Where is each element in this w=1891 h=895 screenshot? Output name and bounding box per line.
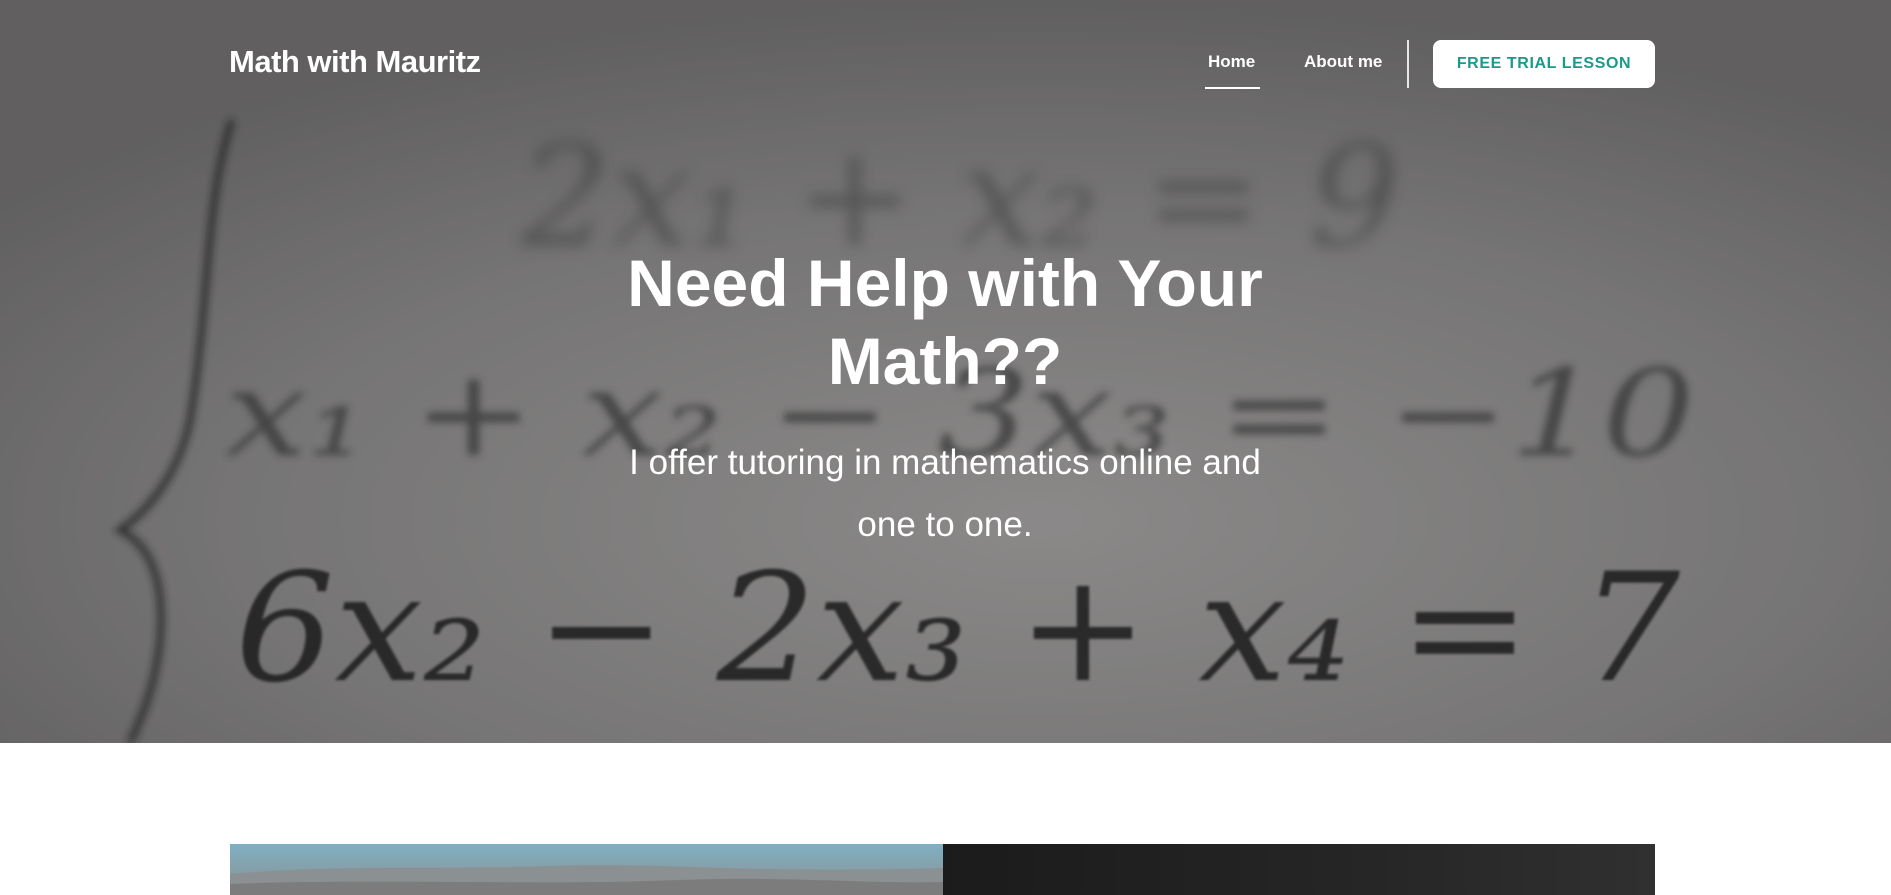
- hero-title-line2: Math??: [827, 324, 1063, 398]
- hero-section: 2x₁ + x₂ = 9 x₁ + x₂ − 3x₃ = −10 6x₂ − 2…: [0, 0, 1891, 743]
- nav-active-indicator: [1205, 87, 1260, 89]
- hero-title: Need Help with Your Math??: [595, 244, 1295, 400]
- hero-subtitle-line1: I offer tutoring in mathematics online a…: [629, 443, 1261, 482]
- site-brand-logo[interactable]: Math with Mauritz: [229, 44, 481, 80]
- hero-subtitle-line2: one to one.: [857, 505, 1033, 544]
- page: 2x₁ + x₂ = 9 x₁ + x₂ − 3x₃ = −10 6x₂ − 2…: [0, 0, 1891, 895]
- hero-title-line1: Need Help with Your: [627, 246, 1263, 320]
- nav-item-about-me[interactable]: About me: [1304, 52, 1382, 72]
- nav-divider: [1407, 40, 1409, 88]
- hero-subtitle: I offer tutoring in mathematics online a…: [595, 432, 1295, 556]
- nav-item-home[interactable]: Home: [1208, 52, 1255, 72]
- landscape-image: [230, 844, 943, 895]
- feature-dark-card: [943, 844, 1655, 895]
- feature-image-card: [230, 844, 943, 895]
- free-trial-lesson-button[interactable]: FREE TRIAL LESSON: [1433, 40, 1655, 88]
